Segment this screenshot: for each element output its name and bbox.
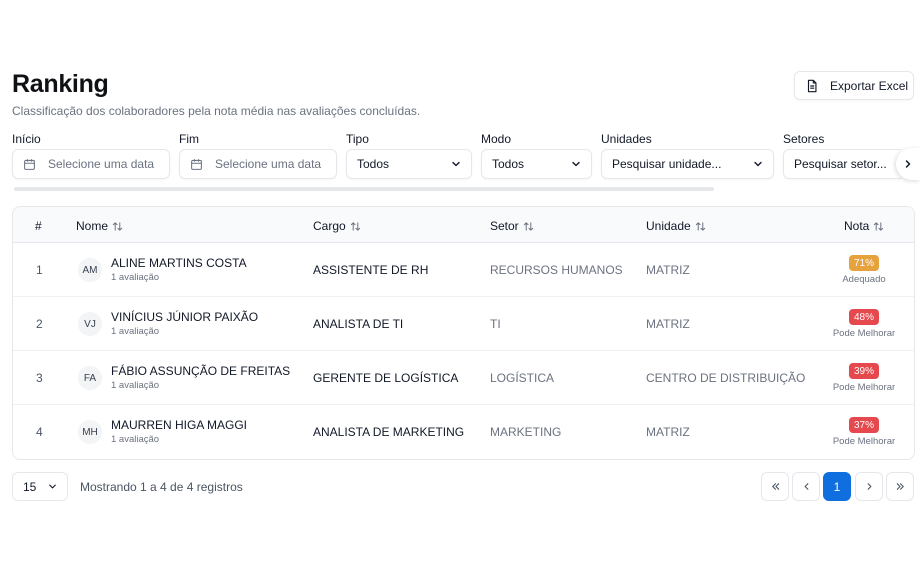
evaluation-count: 1 avaliação: [111, 326, 160, 337]
score-label: Pode Melhorar: [832, 382, 896, 393]
employee-name: FÁBIO ASSUNÇÃO DE FREITAS: [111, 364, 291, 378]
tipo-select-value: Todos: [357, 157, 390, 171]
chevron-down-icon: [754, 161, 762, 167]
score-badge: 37%: [849, 417, 879, 433]
filter-label-tipo: Tipo: [346, 132, 369, 146]
employee-role: ANALISTA DE MARKETING: [313, 425, 465, 439]
employee-sector: LOGÍSTICA: [490, 371, 555, 385]
score-badge: 48%: [849, 309, 879, 325]
sort-icon: [350, 221, 360, 231]
filter-label-setores: Setores: [783, 132, 825, 146]
column-header-unidade[interactable]: Unidade: [646, 219, 706, 233]
file-icon: [807, 79, 817, 92]
filters-scroll-right-button[interactable]: [896, 148, 920, 180]
employee-unit: MATRIZ: [646, 425, 690, 439]
chevron-right-icon: [867, 483, 871, 490]
row-index: 3: [36, 371, 43, 385]
table-row[interactable]: 4 MH MAURREN HIGA MAGGI 1 avaliação ANAL…: [13, 405, 914, 459]
modo-select[interactable]: Todos: [481, 149, 592, 179]
avatar: MH: [78, 420, 102, 444]
start-date-placeholder: Selecione uma data: [48, 157, 155, 171]
score-badge: 39%: [849, 363, 879, 379]
score-label: Pode Melhorar: [832, 436, 896, 447]
column-header-setor[interactable]: Setor: [490, 219, 534, 233]
avatar: AM: [78, 258, 102, 282]
filter-label-inicio: Início: [12, 132, 41, 146]
score-label: Adequado: [842, 274, 886, 285]
evaluation-count: 1 avaliação: [111, 272, 160, 283]
setores-select[interactable]: Pesquisar setor...: [783, 149, 901, 179]
column-header-cargo[interactable]: Cargo: [313, 219, 361, 233]
employee-role: ANALISTA DE TI: [313, 317, 404, 331]
score-badge: 71%: [849, 255, 879, 271]
page-title: Ranking: [12, 70, 109, 98]
last-page-button[interactable]: [886, 472, 914, 501]
sort-icon: [874, 221, 884, 231]
sort-icon: [112, 221, 123, 231]
filter-label-modo: Modo: [481, 132, 512, 146]
filters-horizontal-scrollbar[interactable]: [14, 187, 714, 191]
per-page-value: 15: [23, 479, 37, 494]
row-index: 1: [36, 263, 43, 277]
page-subtitle: Classificação dos colaboradores pela not…: [12, 104, 421, 118]
chevron-down-icon: [572, 161, 580, 167]
employee-sector: RECURSOS HUMANOS: [490, 263, 623, 277]
chevrons-left-icon: [771, 483, 779, 490]
employee-unit: MATRIZ: [646, 317, 690, 331]
avatar: VJ: [78, 312, 102, 336]
sort-icon: [695, 221, 705, 231]
chevron-left-icon: [804, 483, 808, 490]
employee-unit: CENTRO DE DISTRIBUIÇÃO: [646, 371, 806, 385]
end-date-placeholder: Selecione uma data: [215, 157, 322, 171]
employee-role: GERENTE DE LOGÍSTICA: [313, 371, 459, 385]
export-excel-label: Exportar Excel: [830, 78, 909, 93]
calendar-icon: [24, 158, 35, 170]
employee-name: VINÍCIUS JÚNIOR PAIXÃO: [111, 310, 259, 324]
unidades-select[interactable]: Pesquisar unidade...: [601, 149, 774, 179]
table-header: # Nome Cargo Setor Unidade Nota: [13, 207, 914, 243]
chevrons-right-icon: [896, 483, 904, 490]
calendar-icon: [191, 158, 202, 170]
export-excel-button[interactable]: Exportar Excel: [794, 71, 914, 100]
chevron-right-icon: [905, 160, 911, 168]
next-page-button[interactable]: [855, 472, 883, 501]
chevron-down-icon: [49, 484, 56, 489]
ranking-table: # Nome Cargo Setor Unidade Nota 1 AM ALI…: [12, 206, 915, 460]
sort-icon: [523, 221, 533, 231]
ranking-page: Ranking Classificação dos colaboradores …: [0, 0, 920, 576]
table-row[interactable]: 1 AM ALINE MARTINS COSTA 1 avaliação ASS…: [13, 243, 914, 297]
table-row[interactable]: 3 FA FÁBIO ASSUNÇÃO DE FREITAS 1 avaliaç…: [13, 351, 914, 405]
filter-label-fim: Fim: [179, 132, 199, 146]
employee-name: ALINE MARTINS COSTA: [111, 256, 247, 270]
score-label: Pode Melhorar: [832, 328, 896, 339]
setores-select-value: Pesquisar setor...: [794, 157, 887, 171]
employee-role: ASSISTENTE DE RH: [313, 263, 429, 277]
per-page-select[interactable]: 15: [12, 472, 68, 501]
row-index: 4: [36, 425, 43, 439]
table-row[interactable]: 2 VJ VINÍCIUS JÚNIOR PAIXÃO 1 avaliação …: [13, 297, 914, 351]
modo-select-value: Todos: [492, 157, 525, 171]
employee-unit: MATRIZ: [646, 263, 690, 277]
end-date-picker[interactable]: Selecione uma data: [179, 149, 337, 179]
unidades-select-value: Pesquisar unidade...: [612, 157, 722, 171]
column-header-nota[interactable]: Nota: [844, 219, 884, 233]
filter-label-unidades: Unidades: [601, 132, 652, 146]
chevron-down-icon: [452, 161, 460, 167]
column-header-index: #: [35, 219, 42, 233]
employee-name: MAURREN HIGA MAGGI: [111, 418, 248, 432]
tipo-select[interactable]: Todos: [346, 149, 472, 179]
previous-page-button[interactable]: [792, 472, 820, 501]
employee-sector: MARKETING: [490, 425, 562, 439]
page-button-current[interactable]: 1: [823, 472, 851, 501]
start-date-picker[interactable]: Selecione uma data: [12, 149, 170, 179]
evaluation-count: 1 avaliação: [111, 434, 160, 445]
column-header-nome[interactable]: Nome: [76, 219, 123, 233]
evaluation-count: 1 avaliação: [111, 380, 160, 391]
employee-sector: TI: [490, 317, 501, 331]
records-summary: Mostrando 1 a 4 de 4 registros: [80, 480, 243, 494]
avatar: FA: [78, 366, 102, 390]
row-index: 2: [36, 317, 43, 331]
first-page-button[interactable]: [761, 472, 789, 501]
